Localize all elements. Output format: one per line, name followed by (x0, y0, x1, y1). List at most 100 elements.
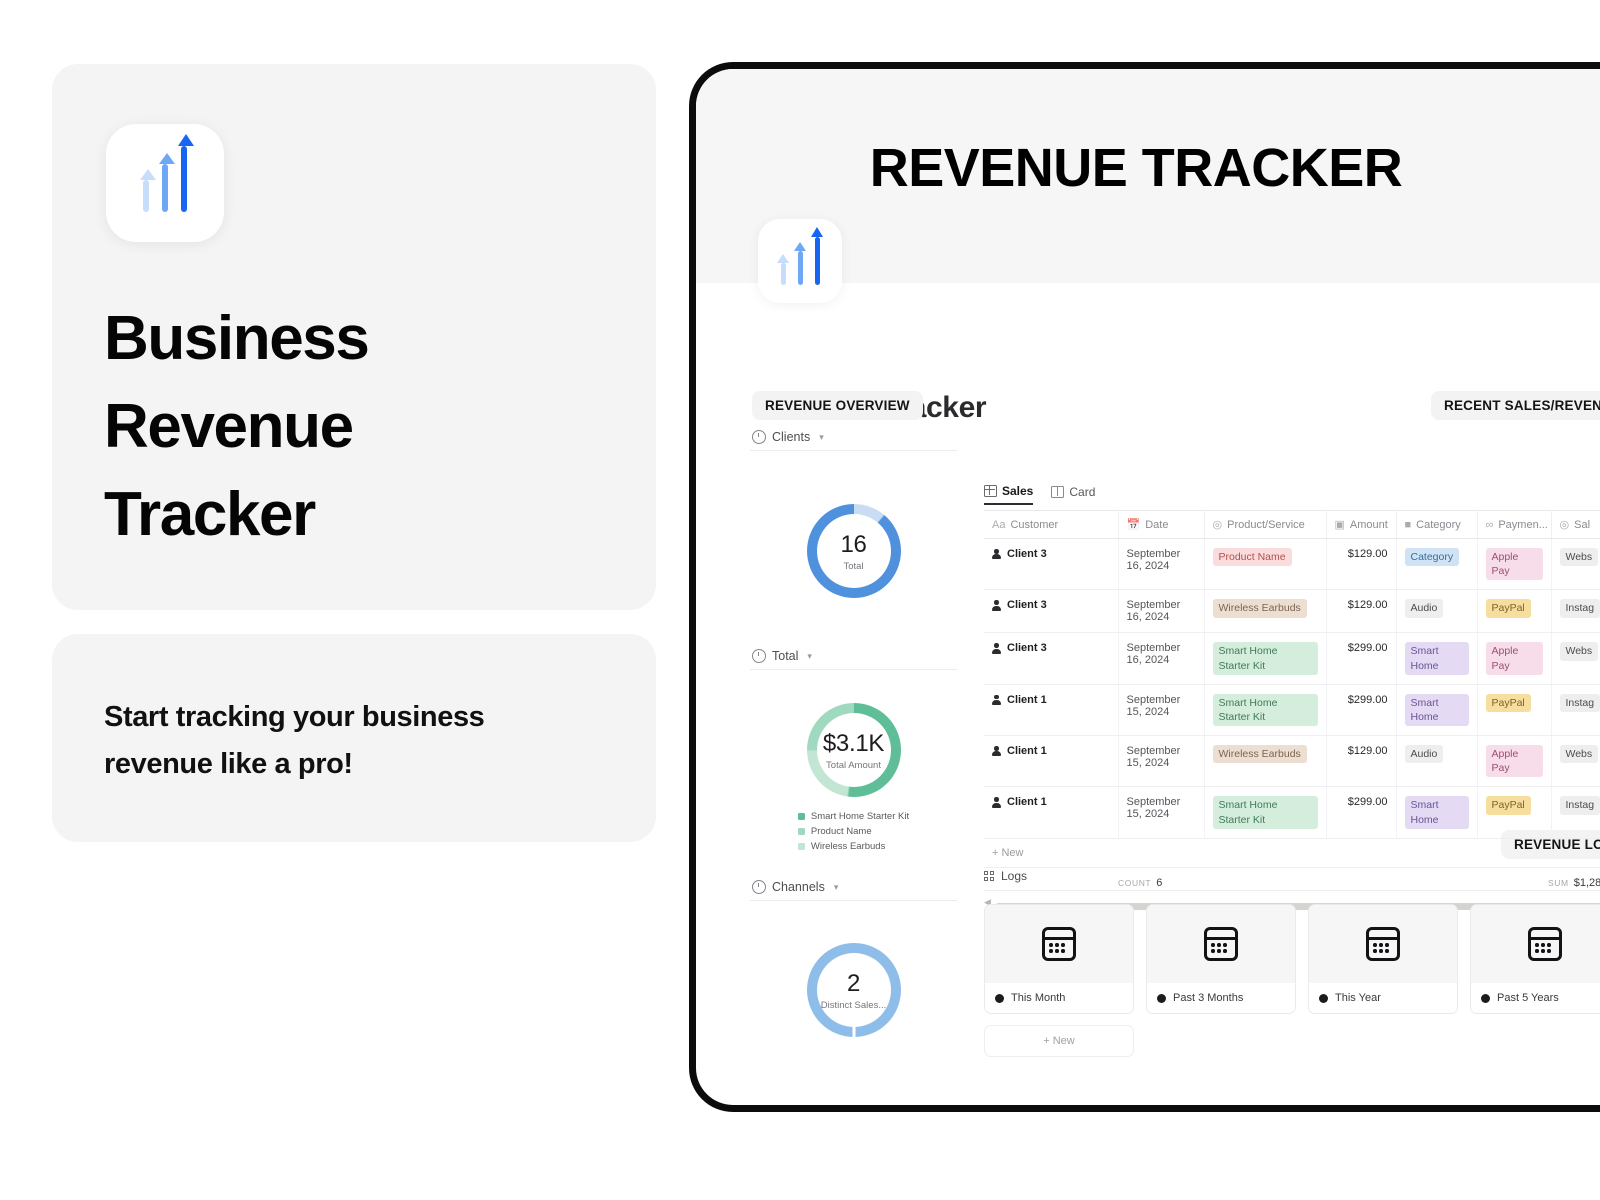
table-row[interactable]: Client 1 September 15, 2024 Wireless Earbu… (984, 735, 1600, 788)
cell-sales-channel: Instag (1551, 786, 1600, 839)
new-row-label: New (1001, 846, 1024, 859)
person-icon (992, 643, 1001, 654)
multiselect-icon: ■ (1404, 518, 1412, 531)
arrow-small-icon (140, 169, 156, 212)
cell-date: September 15, 2024 (1118, 684, 1205, 737)
category-tag: Smart Home (1404, 796, 1469, 829)
cell-payment: Apple Pay (1477, 632, 1552, 685)
log-card-footer: This Year (1309, 983, 1457, 1013)
logs-new-button[interactable]: + New (984, 1025, 1134, 1057)
log-card[interactable]: Past 5 Years (1470, 904, 1600, 1014)
channel-tag: Webs (1559, 745, 1599, 764)
table-view-tabs: Sales Card (983, 484, 1600, 510)
group-header-total[interactable]: Total ▾ (750, 643, 957, 670)
calendar-icon (1366, 927, 1400, 961)
group-label: Clients (772, 430, 811, 444)
logs-header[interactable]: Logs (984, 869, 1600, 891)
table-header-row: Aa Customer 📅 Date ◎ Product/Service ▣ Amoun… (984, 510, 1600, 539)
col-product[interactable]: ◎ Product/Service (1204, 510, 1327, 539)
table-row[interactable]: Client 3 September 16, 2024 Product Name $1… (984, 538, 1600, 591)
col-label: Category (1416, 518, 1461, 531)
donut-value: $3.1K (822, 729, 885, 757)
select-circle-icon: ◎ (1212, 519, 1223, 531)
donut-total: $3.1K Total Amount Smart Home Starter Ki… (750, 670, 957, 874)
logs-new-label: New (1052, 1035, 1075, 1047)
status-dot-icon (1319, 993, 1328, 1003)
col-date[interactable]: 📅 Date (1118, 510, 1205, 539)
channel-tag: Webs (1559, 642, 1599, 661)
recent-sales-table-block: Sales Card Aa Customer 📅 Date ◎ Product/Ser… (983, 484, 1600, 910)
customer-name: Client 1 (1007, 745, 1047, 758)
col-payment[interactable]: ∞ Paymen... (1477, 510, 1552, 539)
log-card-label: This Month (1011, 992, 1066, 1004)
arrow-medium-icon (794, 242, 806, 285)
cell-sales-channel: Webs (1551, 735, 1600, 788)
cell-amount: $129.00 (1326, 735, 1397, 788)
person-icon (992, 797, 1001, 808)
chevron-down-icon[interactable]: ▾ (834, 882, 839, 893)
cell-date: September 16, 2024 (1118, 632, 1205, 685)
table-row[interactable]: Client 3 September 16, 2024 Wireless Earbu… (984, 589, 1600, 634)
group-header-channels[interactable]: Channels ▾ (750, 874, 957, 901)
calendar-icon (1204, 927, 1238, 961)
log-card[interactable]: Past 3 Months (1146, 904, 1296, 1014)
cell-payment: PayPal (1477, 684, 1552, 737)
calendar-icon (1042, 927, 1076, 961)
rising-arrows-icon (106, 124, 224, 242)
table-new-row[interactable]: + New (984, 839, 1600, 868)
payment-tag: Apple Pay (1485, 745, 1543, 778)
cell-customer: Client 1 (984, 684, 1119, 737)
payment-tag: PayPal (1485, 599, 1531, 618)
payment-tag: PayPal (1485, 693, 1531, 712)
table-row[interactable]: Client 1 September 15, 2024 Smart Home Sta… (984, 786, 1600, 839)
chevron-down-icon[interactable]: ▾ (819, 432, 824, 443)
person-icon (992, 746, 1001, 757)
legend-item: Smart Home Starter Kit (797, 811, 909, 822)
sales-table: Aa Customer 📅 Date ◎ Product/Service ▣ Amoun… (984, 510, 1600, 839)
cell-date: September 15, 2024 (1118, 735, 1205, 788)
col-label: Amount (1349, 518, 1388, 531)
col-label: Sal (1574, 518, 1591, 531)
log-card[interactable]: This Month (984, 904, 1134, 1014)
category-tag: Audio (1404, 599, 1444, 618)
app-viewport: REVENUE TRACKER Revenue Tracker REVENUE … (696, 69, 1600, 1105)
legend-label: Wireless Earbuds (810, 841, 886, 852)
channel-tag: Webs (1559, 548, 1599, 567)
arrow-medium-icon (159, 153, 175, 212)
legend-item: Product Name (797, 826, 909, 837)
col-customer[interactable]: Aa Customer (984, 510, 1119, 539)
product-tag: Wireless Earbuds (1212, 599, 1307, 618)
category-tag: Smart Home (1404, 693, 1469, 727)
chart-group-total: Total ▾ $3.1K Total Amount Smart Home St… (750, 643, 957, 874)
product-tag: Smart Home Starter Kit (1212, 796, 1318, 829)
customer-name: Client 1 (1007, 796, 1047, 809)
col-label: Customer (1010, 518, 1059, 531)
tab-sales[interactable]: Sales (983, 484, 1034, 505)
col-amount[interactable]: ▣ Amount (1326, 510, 1397, 539)
cell-payment: Apple Pay (1477, 735, 1552, 788)
log-thumbnail (1309, 905, 1457, 983)
promo-tagline: Start tracking your business revenue lik… (104, 701, 485, 780)
group-header-clients[interactable]: Clients ▾ (750, 424, 957, 451)
cell-customer: Client 3 (984, 632, 1119, 685)
table-row[interactable]: Client 1 September 15, 2024 Smart Home Sta… (984, 684, 1600, 737)
revenue-logs-block: Logs This Month Past 3 Months This Year Pas… (984, 869, 1600, 1057)
cell-payment: Apple Pay (1477, 538, 1552, 591)
log-card-footer: This Month (985, 983, 1133, 1013)
col-category[interactable]: ■ Category (1396, 510, 1478, 539)
cell-category: Category (1396, 538, 1478, 591)
product-tag: Product Name (1212, 548, 1292, 567)
tab-card[interactable]: Card (1051, 485, 1095, 504)
col-sales-channel[interactable]: ◎ Sal (1551, 510, 1600, 539)
donut-caption: Total Amount (826, 759, 881, 771)
log-card[interactable]: This Year (1308, 904, 1458, 1014)
table-row[interactable]: Client 3 September 16, 2024 Smart Home Sta… (984, 632, 1600, 685)
calendar-icon: 📅 (1126, 519, 1141, 531)
legend-label: Product Name (810, 826, 872, 837)
chevron-down-icon[interactable]: ▾ (807, 651, 812, 662)
table-grid-icon (983, 484, 997, 497)
col-label: Paymen... (1498, 518, 1548, 531)
donut-value: 16 (840, 530, 867, 558)
logs-card-list: This Month Past 3 Months This Year Past 5 Y… (984, 904, 1600, 1014)
cell-customer: Client 1 (984, 735, 1119, 788)
